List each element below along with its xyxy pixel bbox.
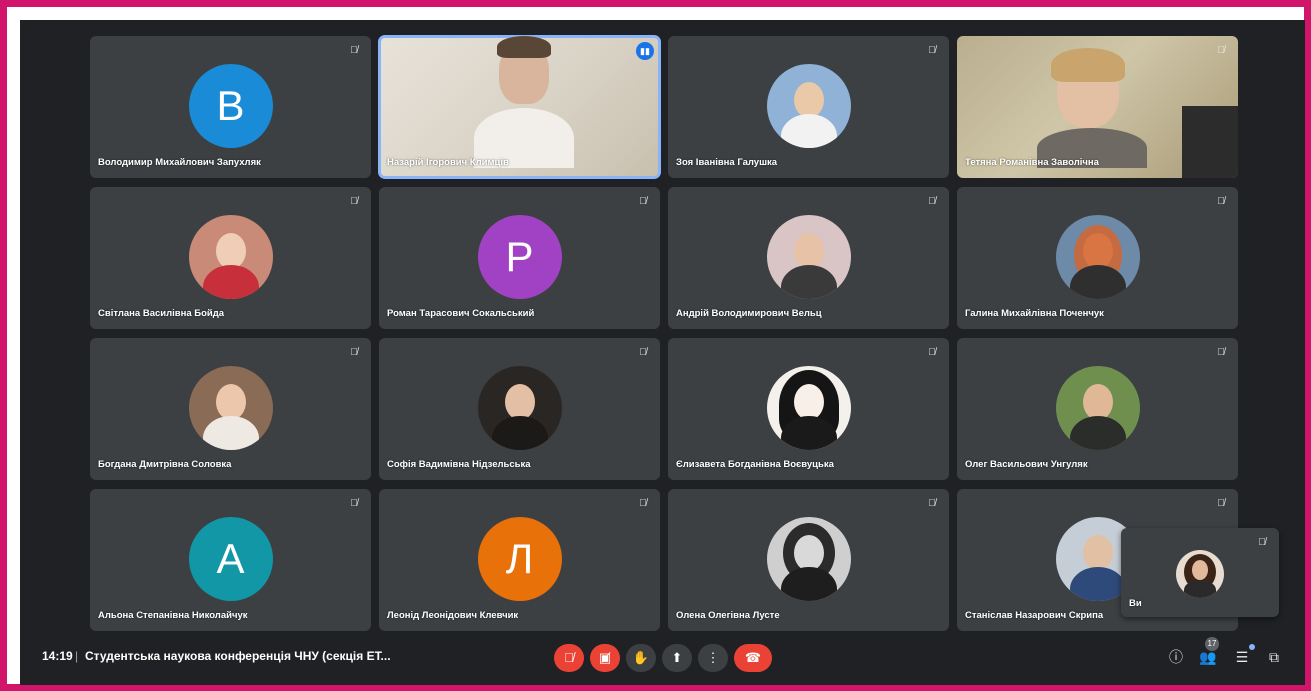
participant-tile[interactable]: А 🎙̸ Альона Степанівна Николайчук (90, 489, 371, 631)
participant-name: Олег Васильович Унгуляк (965, 459, 1088, 470)
participant-tile[interactable]: 🎙̸ Єлизавета Богданівна Воєвуцька (668, 338, 949, 480)
participant-name: Зоя Іванівна Галушка (676, 157, 778, 168)
mic-off-icon: 🎙̸ (928, 196, 936, 207)
present-button[interactable]: ⬆ (662, 644, 692, 672)
leave-call-button[interactable]: ☎ (734, 644, 772, 672)
participant-tile[interactable]: Л 🎙̸ Леонід Леонідович Клевчик (379, 489, 660, 631)
participant-name: Олена Олегівна Лусте (676, 610, 780, 621)
camera-off-icon: ▣̸ (598, 650, 612, 665)
avatar (766, 517, 851, 601)
info-icon: ⓘ (1169, 649, 1183, 665)
more-options-icon: ⋮ (706, 650, 720, 665)
participant-grid: В 🎙̸ Володимир Михайлович Запухляк ▮▮ На… (90, 35, 1240, 631)
background-furniture (1182, 106, 1238, 178)
meeting-details-button[interactable]: ⓘ (1165, 646, 1187, 668)
camera-toggle-button[interactable]: ▣̸ (590, 644, 620, 672)
mic-off-icon: 🎙̸ (350, 347, 358, 358)
participant-tile[interactable]: 🎙̸ Зоя Іванівна Галушка (668, 36, 949, 178)
control-bar: 14:19 | Студентська наукова конференція … (20, 632, 1305, 685)
mic-off-icon: 🎙̸ (1217, 498, 1225, 509)
participant-name: Станіслав Назарович Скрипа (965, 610, 1104, 621)
mic-off-icon: 🎙̸ (350, 498, 358, 509)
mic-off-icon: 🎙̸ (928, 347, 936, 358)
raise-hand-icon: ✋ (632, 650, 650, 665)
participant-tile[interactable]: 🎙̸ Світлана Василівна Бойда (90, 187, 371, 329)
hang-up-icon: ☎ (744, 650, 762, 665)
speaking-indicator-icon: ▮▮ (636, 42, 654, 60)
mic-off-icon: 🎙̸ (639, 347, 647, 358)
self-view-tile[interactable]: 🎙̸ Ви (1121, 528, 1279, 617)
participant-name: Богдана Дмитрівна Соловка (98, 459, 232, 470)
participant-tile[interactable]: 🎙̸ Олег Васильович Унгуляк (957, 338, 1238, 480)
avatar (188, 366, 273, 450)
avatar: В (188, 64, 273, 148)
avatar: А (188, 517, 273, 601)
mic-off-icon: 🎙̸ (1217, 347, 1225, 358)
participant-tile[interactable]: 🎙̸ Тетяна Романівна Заволічна (957, 36, 1238, 178)
participant-tile[interactable]: В 🎙̸ Володимир Михайлович Запухляк (90, 36, 371, 178)
participant-name: Леонід Леонідович Клевчик (387, 610, 519, 621)
participant-tile[interactable]: 🎙̸ Софія Вадимівна Нідзельська (379, 338, 660, 480)
chat-icon: ☰ (1235, 649, 1249, 665)
video-feed (469, 36, 579, 168)
participant-name: Тетяна Романівна Заволічна (965, 157, 1099, 168)
avatar (1055, 366, 1140, 450)
video-feed (1037, 36, 1147, 168)
mic-off-icon: 🎙̸ (350, 45, 358, 56)
mic-toggle-button[interactable]: 🎙̸ (554, 644, 584, 672)
participant-name: Роман Тарасович Сокальський (387, 308, 535, 319)
avatar (1176, 550, 1224, 598)
meet-window: В 🎙̸ Володимир Михайлович Запухляк ▮▮ На… (20, 20, 1305, 685)
mic-off-icon: 🎙̸ (639, 196, 647, 207)
mic-off-icon: 🎙̸ (639, 498, 647, 509)
avatar (1055, 215, 1140, 299)
avatar (766, 366, 851, 450)
participant-tile[interactable]: 🎙̸ Олена Олегівна Лусте (668, 489, 949, 631)
avatar (766, 215, 851, 299)
meeting-time: 14:19 (42, 649, 73, 663)
mic-off-icon: 🎙̸ (928, 45, 936, 56)
participant-name: Софія Вадимівна Нідзельська (387, 459, 531, 470)
mic-off-icon: 🎙̸ (1217, 196, 1225, 207)
participant-tile[interactable]: ▮▮ Назарій Ігорович Климців (378, 35, 661, 179)
mic-off-icon: 🎙̸ (564, 650, 574, 665)
mic-off-icon: 🎙̸ (1258, 537, 1266, 548)
avatar: Л (477, 517, 562, 601)
participants-count-badge: 17 (1205, 637, 1219, 651)
activities-icon: ⧉ (1269, 649, 1279, 665)
mic-off-icon: 🎙̸ (928, 498, 936, 509)
meeting-title: Студентська наукова конференція ЧНУ (сек… (85, 649, 391, 663)
avatar (766, 64, 851, 148)
separator: | (75, 649, 79, 663)
more-options-button[interactable]: ⋮ (698, 644, 728, 672)
mic-off-icon: 🎙̸ (350, 196, 358, 207)
participant-name: Єлизавета Богданівна Воєвуцька (676, 459, 834, 470)
self-name: Ви (1129, 598, 1142, 609)
participant-name: Назарій Ігорович Климців (387, 157, 509, 168)
avatar (188, 215, 273, 299)
raise-hand-button[interactable]: ✋ (626, 644, 656, 672)
avatar: Р (477, 215, 562, 299)
participant-tile[interactable]: 🎙̸ Галина Михайлівна Поченчук (957, 187, 1238, 329)
participant-name: Галина Михайлівна Поченчук (965, 308, 1104, 319)
activities-button[interactable]: ⧉ (1263, 646, 1285, 668)
participant-tile[interactable]: 🎙̸ Богдана Дмитрівна Соловка (90, 338, 371, 480)
mic-off-icon: 🎙̸ (1217, 45, 1225, 56)
people-icon: 👥 (1199, 649, 1217, 665)
participant-name: Андрій Володимирович Вельц (676, 308, 822, 319)
pink-frame: В 🎙̸ Володимир Михайлович Запухляк ▮▮ На… (0, 0, 1311, 691)
participant-name: Альона Степанівна Николайчук (98, 610, 248, 621)
participant-tile[interactable]: Р 🎙̸ Роман Тарасович Сокальський (379, 187, 660, 329)
participant-tile[interactable]: 🎙̸ Андрій Володимирович Вельц (668, 187, 949, 329)
avatar (477, 366, 562, 450)
participant-name: Світлана Василівна Бойда (98, 308, 225, 319)
chat-notification-dot (1249, 644, 1255, 650)
participant-name: Володимир Михайлович Запухляк (98, 157, 261, 168)
present-screen-icon: ⬆ (671, 650, 683, 665)
